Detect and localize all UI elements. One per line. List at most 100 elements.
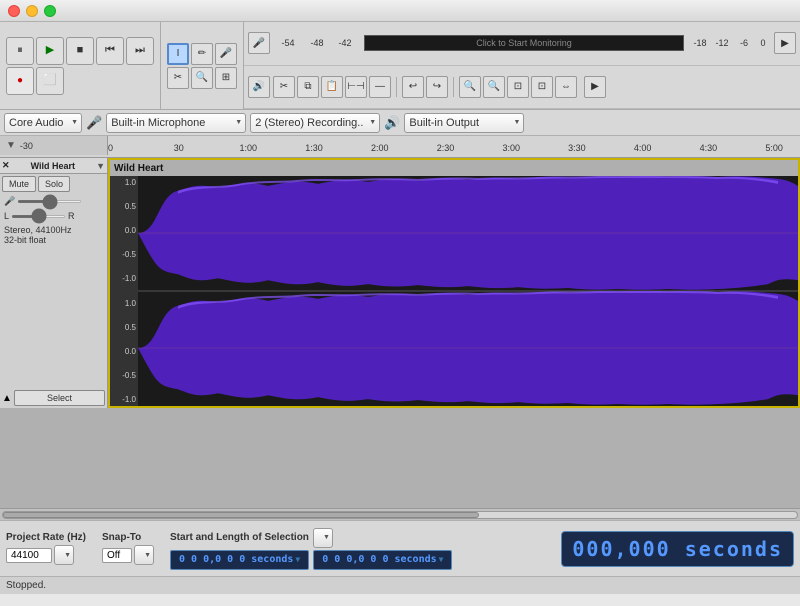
project-rate-value[interactable]: 44100	[6, 548, 52, 563]
silence-icon: —	[375, 81, 385, 92]
zoom-toggle-button[interactable]: ⇔	[555, 76, 577, 98]
gain-slider[interactable]	[17, 200, 82, 203]
speaker-meter-button[interactable]: 🔊	[248, 76, 270, 98]
track-close-icon[interactable]: ✕	[2, 160, 10, 171]
trim-button[interactable]: ⊢⊣	[345, 76, 367, 98]
selection-type-dropdown[interactable]	[313, 528, 333, 548]
main-toolbar: ⏸ ▶ ■ ⏮ ⏭ ● ⬜ I	[0, 22, 800, 110]
waveform-content: 1.0 0.5 0.0 -0.5 -1.0 1.0 0.5 0.0 -0.5 -…	[110, 160, 798, 406]
mic-tool-button[interactable]: 🎤	[215, 43, 237, 65]
zoom-fit-button[interactable]: ⊡	[507, 76, 529, 98]
play-button[interactable]: ▶	[36, 37, 64, 65]
output-device-select[interactable]: Built-in Output	[404, 113, 524, 133]
scrollbar-thumb[interactable]	[3, 512, 479, 518]
bottom-toolbar: Project Rate (Hz) 44100 Snap-To Off	[0, 520, 800, 576]
maximize-button[interactable]	[44, 5, 56, 17]
audio-system-select[interactable]: Core Audio	[4, 113, 82, 133]
selection-section: Start and Length of Selection 0 0 0,0 0 …	[170, 528, 553, 570]
zoom-in-icon: 🔍	[464, 81, 476, 92]
audio-system-wrapper[interactable]: Core Audio	[4, 113, 82, 133]
expand-icon: ▶	[781, 38, 789, 49]
selection-start-dropdown-icon: ▼	[295, 555, 300, 564]
prev-button[interactable]: ⏮	[96, 37, 124, 65]
ruler-triangle-icon: ▼	[6, 140, 16, 151]
output-device-wrapper[interactable]: Built-in Output	[404, 113, 524, 133]
selection-values-row: 0 0 0,0 0 0 seconds ▼ 0 0 0,0 0 0 second…	[170, 550, 553, 570]
snap-to-label: Snap-To	[102, 532, 154, 543]
scissors-tool-button[interactable]: ✂	[167, 67, 189, 89]
input-device-wrapper[interactable]: Built-in Microphone	[106, 113, 246, 133]
mute-button[interactable]: Mute	[2, 176, 36, 192]
mic-meter-icon: 🎤	[253, 38, 265, 49]
empty-track-area	[0, 408, 800, 508]
undo-button[interactable]: ↩	[402, 76, 424, 98]
project-rate-dropdown[interactable]	[54, 545, 74, 565]
speaker-device-icon: 🔊	[384, 115, 400, 131]
snap-to-value[interactable]: Off	[102, 548, 132, 563]
undo-tools: ↩ ↪	[402, 76, 448, 98]
multi-icon: ⊞	[222, 72, 230, 83]
input-device-select[interactable]: Built-in Microphone	[106, 113, 246, 133]
channels-select[interactable]: 2 (Stereo) Recording...	[250, 113, 380, 133]
gain-slider-area: 🎤	[4, 196, 103, 207]
project-rate-select[interactable]	[54, 545, 74, 565]
minimize-button[interactable]	[26, 5, 38, 17]
track-name-label: Wild Heart	[10, 161, 97, 171]
y-axis-labels: 1.0 0.5 0.0 -0.5 -1.0 1.0 0.5 0.0 -0.5 -…	[110, 176, 138, 406]
waveform-title-bar: Wild Heart	[110, 160, 798, 176]
zoom-in-button[interactable]: 🔍	[459, 76, 481, 98]
track-menu-icon[interactable]: ▼	[96, 161, 105, 171]
zoom-tool-button[interactable]: 🔍	[191, 67, 213, 89]
tools-row-2: ✂ 🔍 ⊞	[167, 67, 237, 89]
meter-scale-left: -54 -48 -42	[273, 38, 359, 48]
clip-button[interactable]: ⬜	[36, 67, 64, 95]
silence-button[interactable]: —	[369, 76, 391, 98]
play-at-speed-button[interactable]: ▶	[584, 76, 606, 98]
mic-device-icon: 🎤	[86, 115, 102, 131]
play-speed-icon: ▶	[591, 81, 599, 92]
pan-left-label: L	[4, 211, 9, 221]
multi-tool-button[interactable]: ⊞	[215, 67, 237, 89]
select-button[interactable]: Select	[14, 390, 105, 406]
scrollbar-area[interactable]	[0, 508, 800, 520]
pause-button[interactable]: ⏸	[6, 37, 34, 65]
paste-button[interactable]: 📋	[321, 76, 343, 98]
snap-to-select[interactable]	[134, 545, 154, 565]
time-display-large: 000,000 seconds	[561, 531, 794, 567]
redo-button[interactable]: ↪	[426, 76, 448, 98]
next-button[interactable]: ⏭	[126, 37, 154, 65]
selection-length-dropdown-icon: ▼	[439, 555, 444, 564]
ruler-marks-area[interactable]: 0301:001:302:002:303:003:304:004:305:00	[108, 136, 800, 155]
timeline-ruler[interactable]: ▼ -30 0301:001:302:002:303:003:304:004:3…	[0, 136, 800, 158]
close-button[interactable]	[8, 5, 20, 17]
click-to-monitor[interactable]: Click to Start Monitoring	[364, 35, 684, 51]
cut-button[interactable]: ✂	[273, 76, 295, 98]
zoom-icon: 🔍	[196, 72, 208, 83]
project-rate-section: Project Rate (Hz) 44100	[6, 532, 86, 565]
track-header: ✕ Wild Heart ▼	[0, 158, 107, 174]
cursor-tool-button[interactable]: I	[167, 43, 189, 65]
pan-slider[interactable]	[11, 215, 66, 218]
copy-button[interactable]: ⧉	[297, 76, 319, 98]
zoom-out-button[interactable]: 🔍	[483, 76, 505, 98]
tracks-area: ✕ Wild Heart ▼ Mute Solo 🎤 L R Stereo,	[0, 158, 800, 408]
traffic-lights[interactable]	[8, 5, 56, 17]
collapse-icon[interactable]: ▲	[2, 393, 12, 404]
record-button[interactable]: ●	[6, 67, 34, 95]
snap-to-dropdown[interactable]	[134, 545, 154, 565]
meter-menu-button[interactable]: 🎤	[248, 32, 270, 54]
scrollbar-track[interactable]	[2, 511, 798, 519]
zoom-tools: 🔍 🔍 ⊡ ⊡ ⇔	[459, 76, 577, 98]
selection-start-display[interactable]: 0 0 0,0 0 0 seconds ▼	[170, 550, 309, 570]
pencil-tool-button[interactable]: ✏	[191, 43, 213, 65]
trim-icon: ⊢⊣	[347, 81, 364, 92]
selection-length-display[interactable]: 0 0 0,0 0 0 seconds ▼	[313, 550, 452, 570]
solo-button[interactable]: Solo	[38, 176, 70, 192]
waveform-svg[interactable]	[138, 176, 798, 406]
selection-type-select[interactable]	[313, 528, 333, 548]
right-expand-button[interactable]: ▶	[774, 32, 796, 54]
zoom-sel-button[interactable]: ⊡	[531, 76, 553, 98]
stop-button[interactable]: ■	[66, 37, 94, 65]
waveform-area[interactable]: Wild Heart 1.0 0.5 0.0 -0.5 -1.0 1.0 0.5…	[108, 158, 800, 408]
channels-wrapper[interactable]: 2 (Stereo) Recording...	[250, 113, 380, 133]
